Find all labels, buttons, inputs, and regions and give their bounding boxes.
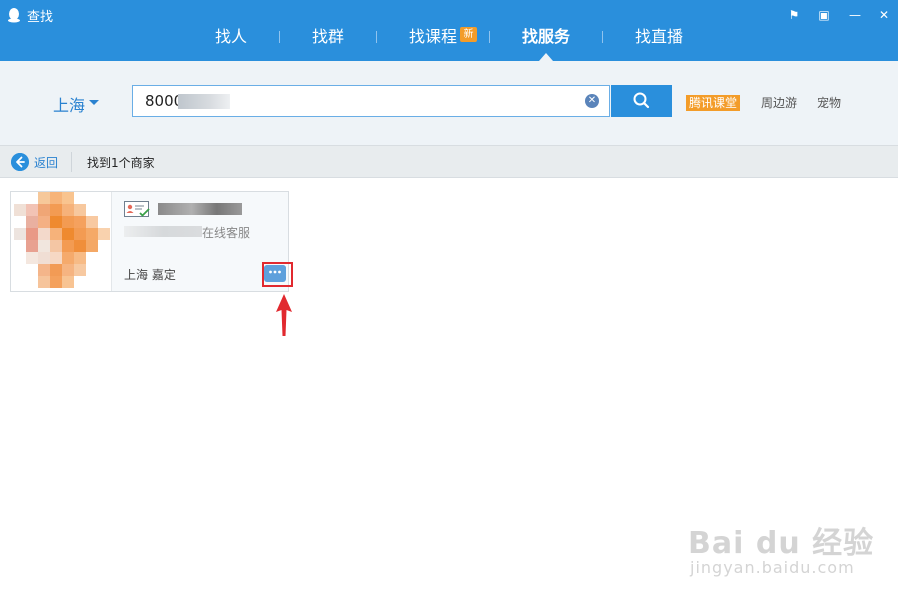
divider [71,152,72,172]
tab-divider [376,31,377,43]
qq-penguin-icon [8,8,20,23]
pin-icon[interactable]: ▣ [815,6,833,24]
tab-divider [602,31,603,43]
redacted-subtitle [124,226,202,237]
result-bar: 返回 找到1个商家 [0,145,898,178]
tag-pets[interactable]: 宠物 [817,95,841,111]
close-button[interactable]: ✕ [875,6,893,24]
watermark-url: jingyan.baidu.com [690,558,855,577]
avatar [11,192,112,291]
annotation-highlight-box [262,262,293,287]
merchant-subtitle: 在线客服 [202,226,251,240]
new-badge: 新 [460,27,477,42]
tab-divider [279,31,280,43]
tag-tencent-classroom[interactable]: 腾讯课堂 [686,95,741,111]
tab-bar: 找人 找群 找课程 新 找服务 找直播 [0,25,898,61]
result-count: 找到1个商家 [87,156,155,170]
minimize-button[interactable]: — [846,6,864,24]
feedback-icon[interactable]: ⚑ [785,6,803,24]
merchant-card[interactable]: 在线客服 上海 嘉定 [10,191,289,292]
window-title: 查找 [27,10,54,25]
tag-nearby-travel[interactable]: 周边游 [761,95,797,111]
search-area: 上海 ✕ 腾讯课堂 周边游 宠物 [0,61,898,145]
merchant-location: 上海 嘉定 [124,268,176,282]
search-icon [633,92,650,109]
annotation-arrow-icon [276,294,292,336]
tab-find-groups[interactable]: 找群 [312,25,344,61]
verified-card-icon [124,201,150,217]
city-selector[interactable]: 上海 [53,92,85,116]
redacted-query [178,94,230,109]
tab-find-people[interactable]: 找人 [215,25,247,61]
active-tab-indicator [539,53,553,61]
tab-find-courses[interactable]: 找课程 [409,25,457,61]
chevron-down-icon[interactable] [89,100,99,105]
tab-divider [489,31,490,43]
redacted-merchant-name [158,203,242,215]
back-button[interactable]: 返回 [34,154,58,171]
clear-icon[interactable]: ✕ [585,94,599,108]
back-arrow-icon[interactable] [11,153,29,171]
watermark-logo: Bai du 经验 [688,526,875,561]
search-button[interactable] [611,85,672,117]
tab-find-live[interactable]: 找直播 [635,25,683,61]
title-bar: 查找 ⚑ ▣ — ✕ 找人 找群 找课程 新 找服务 找直播 [0,0,898,61]
